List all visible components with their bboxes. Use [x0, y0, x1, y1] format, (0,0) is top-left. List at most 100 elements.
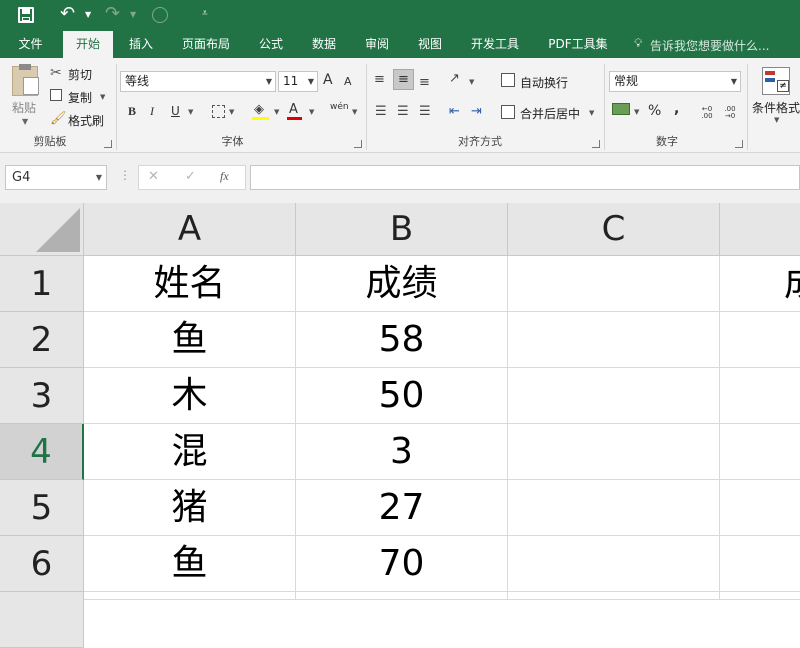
number-format-select[interactable]: 常规 ▼ [609, 71, 741, 92]
copy-dropdown-icon[interactable]: ▼ [100, 93, 105, 101]
bold-button[interactable]: B [128, 104, 136, 119]
copy-button[interactable]: 复制 [68, 89, 92, 106]
fill-color-icon[interactable]: ◈ [254, 102, 264, 117]
cell-a5[interactable]: 猪 [84, 480, 296, 536]
border-dropdown-icon[interactable]: ▼ [229, 108, 234, 116]
cell-a3[interactable]: 木 [84, 368, 296, 424]
underline-dropdown-icon[interactable]: ▼ [188, 108, 193, 116]
cell-c6[interactable] [508, 536, 720, 592]
cell-c1[interactable] [508, 256, 720, 312]
shrink-font-icon[interactable]: A [344, 75, 352, 88]
cell-d7[interactable] [720, 592, 800, 600]
column-header-d[interactable] [720, 203, 800, 256]
phonetic-guide-icon[interactable]: wén [330, 102, 349, 112]
row-header-4[interactable]: 4 [0, 424, 84, 480]
cell-a2[interactable]: 鱼 [84, 312, 296, 368]
cut-button[interactable]: 剪切 [68, 66, 92, 83]
row-header-7[interactable] [0, 592, 84, 648]
redo-dropdown-icon[interactable]: ▼ [130, 10, 136, 19]
paste-icon[interactable] [12, 64, 39, 96]
tab-view[interactable]: 视图 [409, 31, 451, 58]
redo-icon[interactable]: ↷ [105, 3, 120, 24]
align-left-icon[interactable]: ☰ [375, 104, 387, 119]
row-header-6[interactable]: 6 [0, 536, 84, 592]
cell-d1[interactable]: 成 [720, 256, 800, 312]
comma-style-button[interactable]: , [674, 101, 679, 117]
cell-b3[interactable]: 50 [296, 368, 508, 424]
increase-decimal-button[interactable]: ←0 .00 [697, 106, 717, 120]
fill-color-dropdown-icon[interactable]: ▼ [274, 108, 279, 116]
row-header-2[interactable]: 2 [0, 312, 84, 368]
increase-indent-icon[interactable]: ⇥ [471, 104, 482, 119]
column-header-b[interactable]: B [296, 203, 508, 256]
align-middle-icon[interactable]: ≡ [393, 69, 414, 90]
cell-c5[interactable] [508, 480, 720, 536]
enter-icon[interactable]: ✓ [185, 169, 196, 184]
tell-me-input[interactable]: 告诉我您想要做什么... [650, 37, 769, 54]
paste-button[interactable]: 粘贴 [12, 99, 36, 116]
font-color-dropdown-icon[interactable]: ▼ [309, 108, 314, 116]
row-header-5[interactable]: 5 [0, 480, 84, 536]
formula-input[interactable] [250, 165, 800, 190]
cell-c2[interactable] [508, 312, 720, 368]
tab-file[interactable]: 文件 [8, 31, 53, 58]
phonetic-dropdown-icon[interactable]: ▼ [352, 108, 357, 116]
cell-a1[interactable]: 姓名 [84, 256, 296, 312]
cell-d2[interactable] [720, 312, 800, 368]
name-box-dropdown-icon[interactable]: ▼ [96, 166, 102, 189]
accounting-format-icon[interactable] [612, 103, 630, 115]
cell-a4[interactable]: 混 [84, 424, 296, 480]
insert-function-icon[interactable]: fx [220, 169, 229, 184]
border-icon[interactable] [212, 105, 225, 118]
tab-data[interactable]: 数据 [303, 31, 345, 58]
customize-toolbar-icon[interactable]: ⩡ [202, 8, 208, 19]
wrap-text-button[interactable]: 自动换行 [520, 74, 568, 91]
touch-mode-icon[interactable] [152, 7, 168, 23]
alignment-launcher-icon[interactable] [592, 140, 600, 148]
accounting-dropdown-icon[interactable]: ▼ [634, 108, 639, 116]
undo-icon[interactable]: ↶ [60, 3, 75, 24]
font-size-select[interactable]: 11 ▼ [278, 71, 318, 92]
cell-d3[interactable] [720, 368, 800, 424]
cell-d4[interactable] [720, 424, 800, 480]
cell-b1[interactable]: 成绩 [296, 256, 508, 312]
align-bottom-icon[interactable]: ≡ [419, 75, 430, 90]
cell-c4[interactable] [508, 424, 720, 480]
cell-b7[interactable] [296, 592, 508, 600]
cell-a6[interactable]: 鱼 [84, 536, 296, 592]
column-header-a[interactable]: A [84, 203, 296, 256]
align-top-icon[interactable]: ≡ [374, 72, 385, 87]
cell-c3[interactable] [508, 368, 720, 424]
cell-d6[interactable] [720, 536, 800, 592]
row-header-3[interactable]: 3 [0, 368, 84, 424]
name-box[interactable]: G4 ▼ [5, 165, 107, 190]
cell-b5[interactable]: 27 [296, 480, 508, 536]
cancel-icon[interactable]: ✕ [148, 169, 159, 184]
cell-a7[interactable] [84, 592, 296, 600]
conditional-format-button[interactable]: 条件格式 [752, 99, 800, 116]
tab-formulas[interactable]: 公式 [250, 31, 292, 58]
tab-review[interactable]: 审阅 [356, 31, 398, 58]
tab-home[interactable]: 开始 [63, 31, 113, 58]
merge-center-button[interactable]: 合并后居中 [520, 105, 580, 122]
decrease-decimal-button[interactable]: .00 →0 [720, 106, 740, 120]
tab-pdf-tools[interactable]: PDF工具集 [540, 31, 616, 58]
underline-button[interactable]: U [171, 104, 180, 118]
italic-button[interactable]: I [150, 104, 154, 119]
format-painter-button[interactable]: 格式刷 [68, 112, 104, 129]
align-center-icon[interactable]: ☰ [397, 104, 409, 119]
font-color-icon[interactable]: A [289, 102, 298, 117]
cell-b4[interactable]: 3 [296, 424, 508, 480]
column-header-c[interactable]: C [508, 203, 720, 256]
cell-d5[interactable] [720, 480, 800, 536]
cell-b2[interactable]: 58 [296, 312, 508, 368]
tab-developer[interactable]: 开发工具 [463, 31, 527, 58]
merge-dropdown-icon[interactable]: ▼ [589, 109, 594, 117]
undo-dropdown-icon[interactable]: ▼ [85, 10, 91, 19]
cell-c7[interactable] [508, 592, 720, 600]
clipboard-launcher-icon[interactable] [104, 140, 112, 148]
orientation-icon[interactable]: ↗ [449, 71, 460, 86]
save-icon[interactable] [18, 7, 34, 23]
tab-page-layout[interactable]: 页面布局 [174, 31, 238, 58]
font-name-select[interactable]: 等线 ▼ [120, 71, 276, 92]
